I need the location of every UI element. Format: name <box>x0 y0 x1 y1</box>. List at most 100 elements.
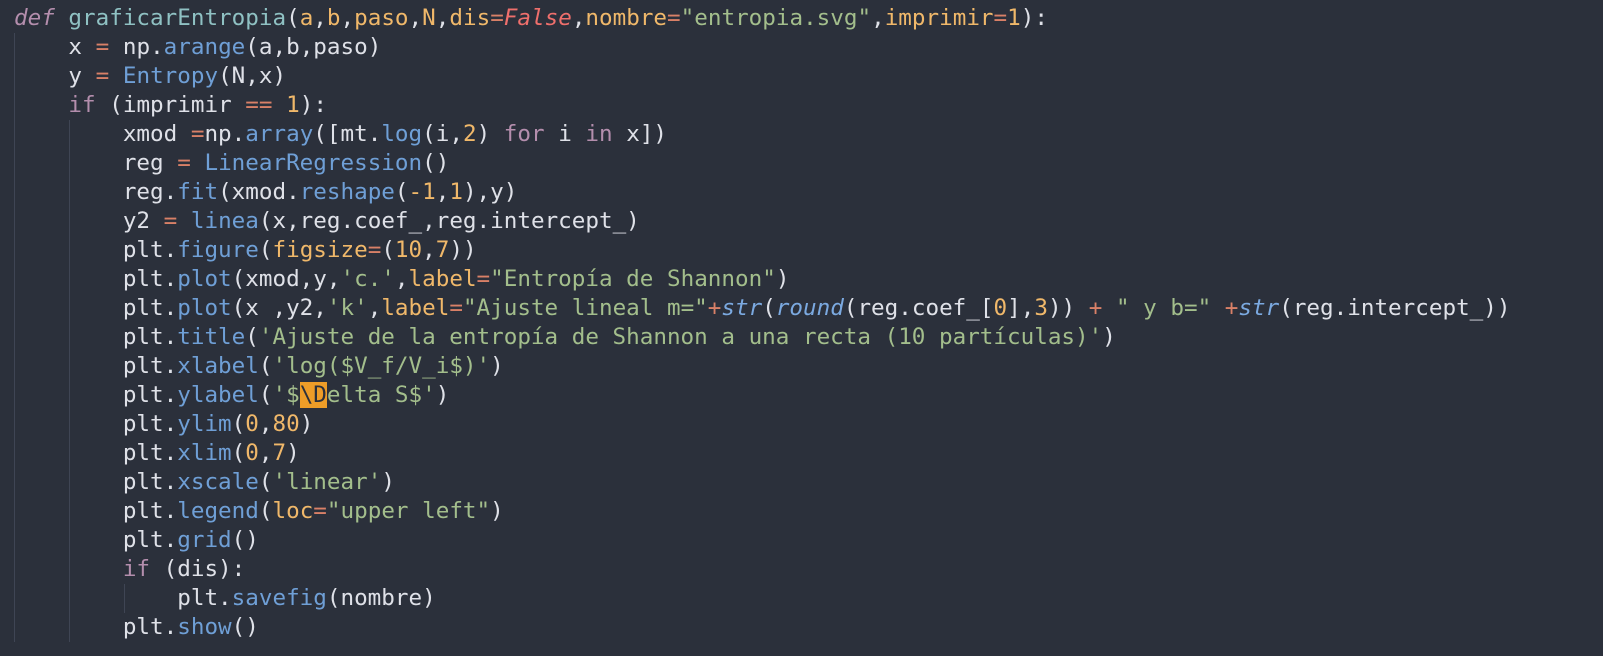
code-token: (imprimir <box>95 92 246 118</box>
code-token: (x,reg <box>258 208 341 234</box>
code-token: ( <box>286 5 300 31</box>
code-line[interactable]: def graficarEntropia(a,b,paso,N,dis=Fals… <box>0 4 1603 33</box>
code-line[interactable]: x = np.arange(a,b,paso) <box>0 33 1603 62</box>
code-token: 'log($V_f/V_i$)' <box>272 353 491 379</box>
code-token: 7 <box>435 237 450 263</box>
code-line[interactable]: reg.fit(xmod.reshape(-1,1),y) <box>0 178 1603 207</box>
code-token: . <box>163 527 178 553</box>
code-token: . <box>163 266 178 292</box>
code-token: = <box>177 150 191 176</box>
code-token: , <box>408 5 423 31</box>
code-token: 1 <box>449 179 463 205</box>
code-token: (dis): <box>150 556 246 582</box>
code-line[interactable]: plt.ylabel('$\Delta S$') <box>0 381 1603 410</box>
code-token: . <box>218 585 232 611</box>
indent-guide <box>69 555 70 584</box>
code-token: np <box>109 34 151 60</box>
code-token: , <box>394 266 409 292</box>
code-token: ( <box>258 469 273 495</box>
indent-guide <box>14 381 15 410</box>
code-token: def <box>14 5 55 31</box>
code-token: (reg <box>843 295 899 321</box>
code-token: LinearRegression <box>204 150 423 176</box>
code-token: label <box>381 295 450 321</box>
code-token: 3 <box>1034 295 1048 321</box>
code-line[interactable]: plt.plot(xmod,y,'c.',label="Entropía de … <box>0 265 1603 294</box>
code-token: + <box>1224 295 1239 321</box>
code-line[interactable]: plt.plot(x ,y2,'k',label="Ajuste lineal … <box>0 294 1603 323</box>
code-token: = <box>449 295 463 321</box>
code-line[interactable]: plt.title('Ajuste de la entropía de Shan… <box>0 323 1603 352</box>
code-token: in <box>585 121 613 147</box>
indent-guide <box>14 33 15 62</box>
code-line[interactable]: plt.xscale('linear') <box>0 468 1603 497</box>
code-token: x]) <box>612 121 668 147</box>
code-line[interactable]: if (imprimir == 1): <box>0 91 1603 120</box>
code-line[interactable]: xmod =np.array([mt.log(i,2) for i in x]) <box>0 120 1603 149</box>
code-token: == <box>245 92 273 118</box>
code-token: reg <box>122 179 164 205</box>
indent-guide <box>69 439 70 468</box>
indent-guide <box>69 526 70 555</box>
code-token: savefig <box>231 585 327 611</box>
code-line[interactable]: reg = LinearRegression() <box>0 149 1603 178</box>
code-line[interactable]: plt.ylim(0,80) <box>0 410 1603 439</box>
code-line[interactable]: plt.xlim(0,7) <box>0 439 1603 468</box>
code-token: = <box>476 266 491 292</box>
code-line[interactable]: if (dis): <box>0 555 1603 584</box>
code-line[interactable]: plt.show() <box>0 613 1603 642</box>
code-token: ( <box>381 237 395 263</box>
code-token: np <box>204 121 232 147</box>
code-token: ) <box>476 121 504 147</box>
code-line[interactable]: y = Entropy(N,x) <box>0 62 1603 91</box>
code-token: = <box>313 498 327 524</box>
indent-guide <box>14 555 15 584</box>
code-token: xlabel <box>177 353 259 379</box>
code-token: 0 <box>245 411 259 437</box>
code-token: x <box>68 34 96 60</box>
code-token: figure <box>177 237 259 263</box>
code-token: plt <box>122 411 164 437</box>
code-token: = <box>95 63 110 89</box>
code-token: , <box>435 5 450 31</box>
code-token: ( <box>231 411 246 437</box>
code-token: ylabel <box>177 382 259 408</box>
code-token: , <box>258 411 273 437</box>
code-line[interactable]: y2 = linea(x,reg.coef_,reg.intercept_) <box>0 207 1603 236</box>
code-token: . <box>150 34 164 60</box>
code-token: (reg <box>1279 295 1334 321</box>
code-line[interactable]: plt.grid() <box>0 526 1603 555</box>
code-token: str <box>721 295 763 321</box>
code-token: plt <box>122 237 164 263</box>
indent-guide <box>14 497 15 526</box>
indent-guide <box>69 468 70 497</box>
code-token: . <box>163 498 178 524</box>
code-token: . <box>163 324 178 350</box>
code-token: = <box>190 121 205 147</box>
code-token: . <box>163 237 178 263</box>
code-token: = <box>490 5 504 31</box>
code-token: = <box>367 237 382 263</box>
indent-guide <box>14 178 15 207</box>
code-token: , <box>313 5 327 31</box>
code-token: dis <box>449 5 491 31</box>
code-line[interactable]: plt.legend(loc="upper left") <box>0 497 1603 526</box>
code-line[interactable]: plt.figure(figsize=(10,7)) <box>0 236 1603 265</box>
code-token: 2 <box>462 121 477 147</box>
code-token: for <box>503 121 545 147</box>
code-editor[interactable]: def graficarEntropia(a,b,paso,N,dis=Fals… <box>0 4 1603 656</box>
code-token: xlim <box>177 440 232 466</box>
code-line[interactable]: plt.savefig(nombre) <box>0 584 1603 613</box>
code-token: arange <box>163 34 246 60</box>
code-token: coef_[ <box>911 295 994 321</box>
code-token: , <box>258 440 273 466</box>
code-token: 80 <box>272 411 300 437</box>
code-token: 0 <box>245 440 259 466</box>
code-token: ( <box>762 295 776 321</box>
code-line[interactable]: plt.xlabel('log($V_f/V_i$)') <box>0 352 1603 381</box>
code-token: . <box>1333 295 1348 321</box>
